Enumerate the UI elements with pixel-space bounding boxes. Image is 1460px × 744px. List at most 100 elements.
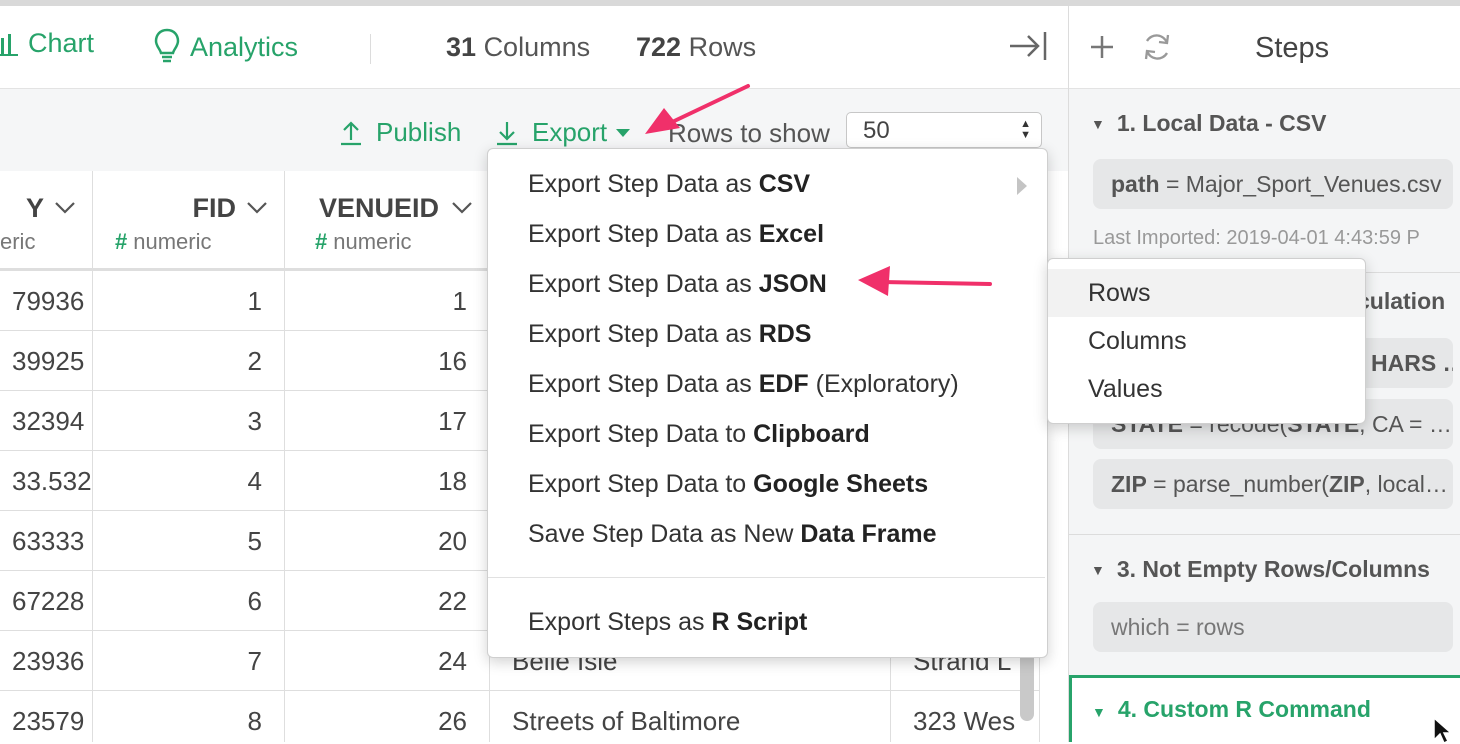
chevron-down-icon[interactable]: [246, 201, 268, 215]
menu-item-suffix: (Exploratory): [808, 370, 959, 398]
cell-y[interactable]: 23936: [0, 631, 93, 691]
download-icon: [497, 121, 517, 145]
cell-venueid[interactable]: 20: [285, 511, 490, 571]
cell-y[interactable]: 32394: [0, 391, 93, 451]
menu-item-text: Export Step Data as: [528, 370, 759, 398]
expand-triangle-icon[interactable]: ▼: [1092, 704, 1106, 720]
cell-venueid[interactable]: 1: [285, 271, 490, 331]
export-r-script-item[interactable]: Export Steps as R Script: [528, 597, 807, 647]
export-json-item[interactable]: Export Step Data as JSON: [528, 259, 827, 309]
menu-item-text: Export Step Data as: [528, 270, 759, 298]
path-key: path: [1111, 171, 1160, 197]
cell-address[interactable]: 323 Wes: [891, 691, 1040, 742]
chevron-down-icon[interactable]: [54, 201, 76, 215]
column-type-label: eric: [0, 229, 36, 254]
add-step-icon[interactable]: [1089, 34, 1115, 60]
cell-y[interactable]: 79936: [0, 271, 93, 331]
cell-y[interactable]: 63333: [0, 511, 93, 571]
step-1-path[interactable]: path = Major_Sport_Venues.csv: [1093, 159, 1453, 209]
step-4-active[interactable]: ▼ 4. Custom R Command: [1069, 675, 1460, 742]
step-1-header[interactable]: ▼ 1. Local Data - CSV: [1091, 110, 1326, 137]
export-label: Export: [532, 117, 608, 147]
cell-venueid[interactable]: 26: [285, 691, 490, 742]
menu-divider: [488, 577, 1045, 578]
step-3-header[interactable]: ▼ 3. Not Empty Rows/Columns: [1091, 556, 1430, 583]
cell-fid[interactable]: 1: [93, 271, 285, 331]
export-csv-item[interactable]: Export Step Data as CSV: [528, 159, 810, 209]
cell-venueid[interactable]: 18: [285, 451, 490, 511]
save-data-frame-item[interactable]: Save Step Data as New Data Frame: [528, 509, 937, 559]
column-header-y[interactable]: Y eric: [0, 171, 93, 271]
columns-count: 31 Columns: [446, 32, 590, 63]
expand-triangle-icon[interactable]: ▼: [1091, 562, 1105, 578]
step-2-line-1-text: HARS …: [1371, 350, 1453, 376]
cell-name[interactable]: Streets of Baltimore: [490, 691, 891, 742]
chevron-down-icon[interactable]: [451, 201, 473, 215]
menu-item-format: Data Frame: [800, 520, 937, 548]
step-divider: [1069, 534, 1460, 535]
cell-fid[interactable]: 6: [93, 571, 285, 631]
columns-count-label: Columns: [483, 32, 591, 62]
export-menu: Export Step Data as CSV Export Step Data…: [487, 148, 1048, 658]
step-3-value[interactable]: which = rows: [1093, 602, 1453, 652]
select-arrows-icon: ▲ ▼: [1020, 118, 1031, 141]
cell-fid[interactable]: 8: [93, 691, 285, 742]
column-header-fid[interactable]: FID # numeric: [93, 171, 285, 271]
caret-down-icon: [616, 128, 631, 137]
export-excel-item[interactable]: Export Step Data as Excel: [528, 209, 824, 259]
export-clipboard-item[interactable]: Export Step Data to Clipboard: [528, 409, 870, 459]
menu-item-format: EDF: [758, 370, 809, 398]
submenu-arrow-icon: [1017, 177, 1027, 195]
last-imported: Last Imported: 2019-04-01 4:43:59 P: [1093, 227, 1420, 249]
export-google-sheets-item[interactable]: Export Step Data to Google Sheets: [528, 459, 928, 509]
upload-icon: [341, 120, 361, 145]
rows-count-number: 722: [636, 32, 682, 62]
table-scrollbar[interactable]: [1020, 651, 1034, 721]
cell-venueid[interactable]: 16: [285, 331, 490, 391]
menu-item-text: Export Step Data to: [528, 420, 754, 448]
export-edf-item[interactable]: Export Step Data as EDF (Exploratory): [528, 359, 959, 409]
menu-item-text: Export Steps as: [528, 608, 712, 636]
rows-count-label: Rows: [688, 32, 757, 62]
step-3-title: 3. Not Empty Rows/Columns: [1116, 556, 1430, 582]
recode-rest: , CA = …: [1359, 411, 1452, 437]
step-4-title: 4. Custom R Command: [1117, 696, 1371, 722]
export-button[interactable]: Export: [496, 117, 631, 148]
cell-y[interactable]: 67228: [0, 571, 93, 631]
rows-count: 722 Rows: [636, 32, 756, 63]
cell-fid[interactable]: 7: [93, 631, 285, 691]
steps-title: Steps: [1255, 32, 1330, 64]
chart-tab[interactable]: Chart: [0, 28, 94, 59]
cell-y[interactable]: 23579: [0, 691, 93, 742]
collapse-panel-button[interactable]: [1008, 30, 1048, 67]
cell-venueid[interactable]: 22: [285, 571, 490, 631]
cell-fid[interactable]: 2: [93, 331, 285, 391]
step-2-header[interactable]: culation: [1357, 288, 1445, 315]
menu-item-format: Clipboard: [753, 420, 870, 448]
expand-triangle-icon[interactable]: ▼: [1091, 116, 1105, 132]
refresh-icon[interactable]: [1141, 31, 1173, 63]
cell-fid[interactable]: 5: [93, 511, 285, 571]
cell-fid[interactable]: 4: [93, 451, 285, 511]
menu-item-format: RDS: [758, 320, 812, 348]
export-rds-item[interactable]: Export Step Data as RDS: [528, 309, 811, 359]
cell-venueid[interactable]: 24: [285, 631, 490, 691]
analytics-tab[interactable]: Analytics: [154, 28, 298, 66]
menu-item-text: Export Step Data as: [528, 220, 759, 248]
cell-y[interactable]: 39925: [0, 331, 93, 391]
json-rows-item[interactable]: Rows: [1048, 269, 1365, 317]
cell-y[interactable]: 33.532: [0, 451, 93, 511]
json-columns-item[interactable]: Columns: [1048, 317, 1365, 365]
cell-fid[interactable]: 3: [93, 391, 285, 451]
publish-button[interactable]: Publish: [340, 117, 461, 148]
column-name: Y: [25, 193, 44, 223]
cell-venueid[interactable]: 17: [285, 391, 490, 451]
json-values-item[interactable]: Values: [1048, 365, 1365, 413]
bar-chart-icon: [0, 33, 18, 56]
step-4-header: ▼ 4. Custom R Command: [1092, 696, 1371, 723]
rows-to-show-select[interactable]: 50 ▲ ▼: [846, 112, 1042, 148]
step-2-line-3[interactable]: ZIP = parse_number(ZIP, local…: [1093, 459, 1453, 509]
parse-fn: = parse_number(: [1146, 471, 1329, 497]
column-header-venueid[interactable]: VENUEID # numeric: [285, 171, 490, 271]
analytics-tab-label: Analytics: [190, 31, 299, 62]
